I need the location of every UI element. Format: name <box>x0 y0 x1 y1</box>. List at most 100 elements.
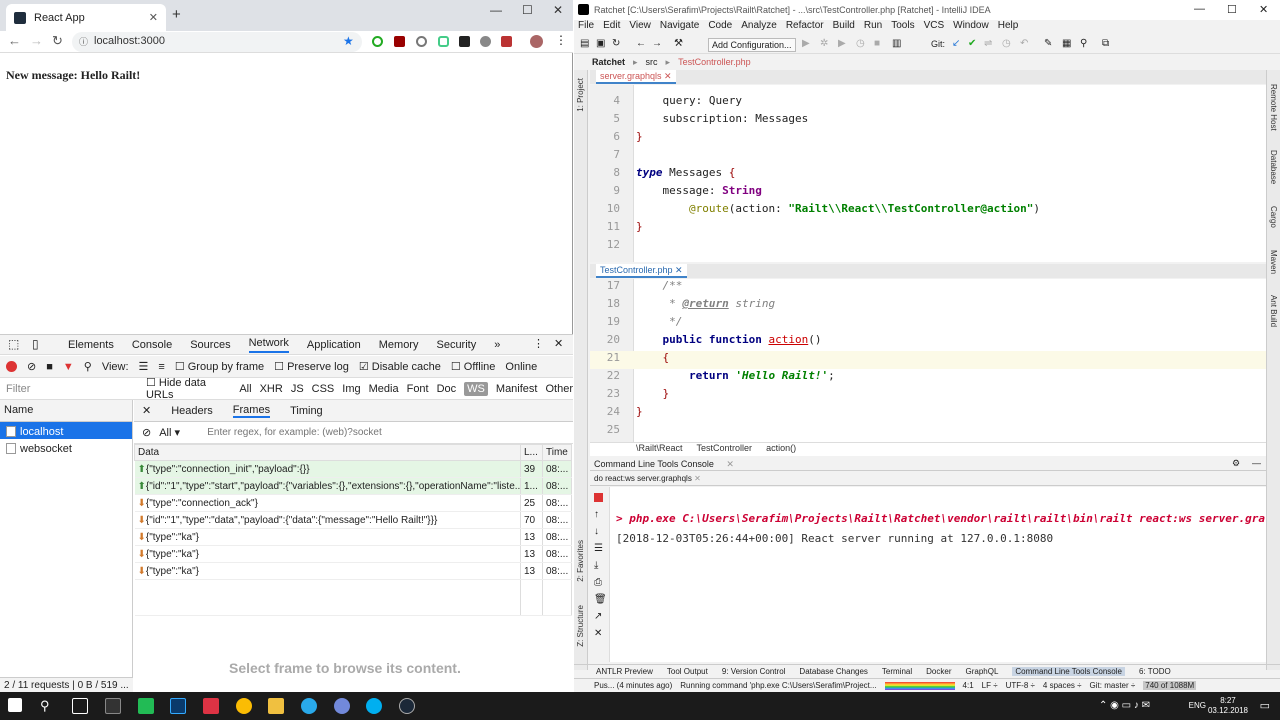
php-editor[interactable]: 17 /** 18 * @return string 19 */ 20 publ… <box>590 279 1266 442</box>
type-other[interactable]: Other <box>545 383 573 395</box>
extension-icon[interactable] <box>459 36 470 47</box>
frame-row[interactable]: ⬇{"type":"ka"} 13 08:... <box>134 528 572 546</box>
close-window-icon[interactable]: ✕ <box>1259 3 1268 16</box>
profile-icon[interactable]: ◷ <box>856 38 865 49</box>
telegram-app-icon[interactable] <box>301 698 317 714</box>
git-compare-icon[interactable]: ⇌ <box>984 38 992 49</box>
intellij-app-icon[interactable] <box>203 698 219 714</box>
close-tab-icon[interactable]: ✕ <box>149 11 158 24</box>
tasks-icon[interactable]: ⧉ <box>1102 38 1109 49</box>
task-view-icon[interactable] <box>72 698 88 714</box>
type-img[interactable]: Img <box>342 383 360 395</box>
run-tab[interactable]: do react:ws server.graphqls <box>594 474 692 483</box>
windows-start-icon[interactable] <box>8 698 22 712</box>
project-structure-icon[interactable]: ▥ <box>892 38 901 49</box>
extension-icon[interactable] <box>438 36 449 47</box>
language-indicator[interactable]: ENG <box>1189 701 1206 710</box>
tab-elements[interactable]: Elements <box>68 339 114 351</box>
menu-run[interactable]: Run <box>864 20 882 36</box>
preserve-log-checkbox[interactable]: ☐ Preserve log <box>274 360 349 373</box>
graphql-button[interactable]: GraphQL <box>966 667 999 676</box>
menu-view[interactable]: View <box>629 20 651 36</box>
filter-icon[interactable]: ▼ <box>63 361 74 373</box>
address-bar[interactable]: ⓘ localhost:3000 <box>72 32 362 52</box>
indent[interactable]: 4 spaces ÷ <box>1043 681 1082 690</box>
length-column-header[interactable]: L... <box>520 444 543 461</box>
more-tabs-icon[interactable]: » <box>494 339 500 351</box>
clear-icon[interactable]: ⊘ <box>27 360 36 373</box>
close-run-tab-icon[interactable]: ✕ <box>694 474 701 483</box>
close-icon[interactable]: ✕ <box>594 628 602 639</box>
docker-button[interactable]: Docker <box>926 667 951 676</box>
time-column-header[interactable]: Time <box>542 444 572 461</box>
type-media[interactable]: Media <box>369 383 399 395</box>
maven-tool-button[interactable]: Maven <box>1269 250 1278 274</box>
frame-row[interactable]: ⬇{"id":"1","type":"data","payload":{"dat… <box>134 511 572 529</box>
search-icon[interactable]: ⚲ <box>1080 38 1087 49</box>
back-icon[interactable]: ← <box>8 33 21 48</box>
debug-icon[interactable]: ✲ <box>820 38 828 49</box>
remote-host-tool-button[interactable]: Remote Host <box>1269 84 1278 131</box>
frame-row[interactable]: ⬆{"type":"connection_init","payload":{}}… <box>134 460 572 478</box>
open-icon[interactable]: ▤ <box>580 38 589 49</box>
group-by-frame-checkbox[interactable]: ☐ Group by frame <box>175 360 264 373</box>
tab-console[interactable]: Console <box>132 339 172 351</box>
git-commit-icon[interactable]: ✔ <box>968 38 976 49</box>
file-encoding[interactable]: UTF-8 ÷ <box>1006 681 1035 690</box>
record-icon[interactable] <box>6 361 17 372</box>
reload-icon[interactable]: ↻ <box>52 33 63 49</box>
status-push[interactable]: Pus... (4 minutes ago) <box>594 681 672 690</box>
tool-output-button[interactable]: Tool Output <box>667 667 708 676</box>
type-font[interactable]: Font <box>407 383 429 395</box>
terminal-button[interactable]: Terminal <box>882 667 912 676</box>
settings-icon[interactable]: ✎ <box>1044 38 1052 49</box>
panel-settings-icon[interactable]: ⚙ <box>1232 458 1240 469</box>
menu-help[interactable]: Help <box>998 20 1019 36</box>
clock[interactable]: 8:27 03.12.2018 <box>1208 696 1248 716</box>
up-icon[interactable]: ↑ <box>594 509 599 520</box>
menu-refactor[interactable]: Refactor <box>786 20 824 36</box>
coverage-icon[interactable]: ▶ <box>838 38 846 49</box>
browser-tab[interactable]: React App ✕ <box>6 4 166 31</box>
name-column-header[interactable]: Name <box>0 400 132 422</box>
crumb-class[interactable]: TestController <box>697 443 753 456</box>
close-window-icon[interactable]: ✕ <box>553 3 563 17</box>
frame-row[interactable]: ⬇{"type":"ka"} 13 08:... <box>134 562 572 580</box>
ublock-icon[interactable] <box>394 36 405 47</box>
maximize-icon[interactable]: ☐ <box>1227 3 1237 16</box>
sync-icon[interactable]: ↻ <box>612 38 620 49</box>
skype-app-icon[interactable] <box>366 698 382 714</box>
filter-input[interactable]: Filter <box>6 383 138 395</box>
menu-navigate[interactable]: Navigate <box>660 20 699 36</box>
caret-position[interactable]: 4:1 <box>963 681 974 690</box>
console-output[interactable]: ↑ ↓ ☰ ⤓ ⎙ 🗑 ↗ ✕ > php.exe C:\Users\Seraf… <box>590 487 1266 662</box>
menu-vcs[interactable]: VCS <box>924 20 945 36</box>
tab-security[interactable]: Security <box>436 339 476 351</box>
extension-icon[interactable] <box>416 36 427 47</box>
type-js[interactable]: JS <box>291 383 304 395</box>
system-tray-icons[interactable]: ⌃ ◉ ▭ ♪ ✉ <box>1099 700 1150 711</box>
type-manifest[interactable]: Manifest <box>496 383 538 395</box>
graphql-editor[interactable]: 4 query: Query 5 subscription: Messages … <box>590 85 1266 262</box>
crumb-project[interactable]: Ratchet <box>592 57 625 67</box>
git-update-icon[interactable]: ↙ <box>952 38 960 49</box>
command-line-tools-button[interactable]: Command Line Tools Console <box>1012 667 1125 676</box>
stop-icon[interactable] <box>594 493 603 502</box>
antlr-preview-button[interactable]: ANTLR Preview <box>596 667 653 676</box>
menu-tools[interactable]: Tools <box>891 20 914 36</box>
crumb-namespace[interactable]: \Railt\React <box>636 443 683 456</box>
list-view-icon[interactable]: ☰ <box>139 360 149 373</box>
new-tab-icon[interactable]: + <box>172 6 181 23</box>
extension-icon[interactable] <box>501 36 512 47</box>
menu-build[interactable]: Build <box>833 20 855 36</box>
info-icon[interactable]: ⓘ <box>79 35 88 48</box>
crumb-file[interactable]: TestController.php <box>678 57 751 67</box>
project-tool-button[interactable]: 1: Project <box>576 78 585 112</box>
git-history-icon[interactable]: ◷ <box>1002 38 1011 49</box>
print-icon[interactable]: ⎙ <box>594 577 602 588</box>
forward-icon[interactable]: → <box>652 38 662 49</box>
bookmark-star-icon[interactable]: ★ <box>343 34 354 48</box>
menu-file[interactable]: File <box>578 20 594 36</box>
maximize-icon[interactable]: ☐ <box>522 3 533 17</box>
discord-app-icon[interactable] <box>334 698 350 714</box>
